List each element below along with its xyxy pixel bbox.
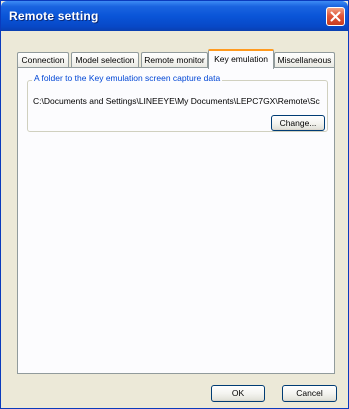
- close-icon: [330, 11, 341, 22]
- cancel-button[interactable]: Cancel: [282, 385, 337, 402]
- window-title: Remote setting: [9, 9, 99, 23]
- tab-model-selection[interactable]: Model selection: [71, 52, 139, 68]
- tab-remote-monitor[interactable]: Remote monitor: [141, 52, 208, 68]
- tab-connection[interactable]: Connection: [17, 52, 69, 68]
- folder-path-text: C:\Documents and Settings\LINEEYE\My Doc…: [33, 96, 320, 106]
- group-label: A folder to the Key emulation screen cap…: [32, 72, 223, 84]
- close-button[interactable]: [326, 7, 345, 26]
- tab-miscellaneous[interactable]: Miscellaneous: [274, 52, 335, 68]
- tab-key-emulation[interactable]: Key emulation: [208, 49, 274, 69]
- ok-button[interactable]: OK: [211, 385, 265, 402]
- change-button[interactable]: Change...: [271, 115, 325, 131]
- title-bar[interactable]: Remote setting: [1, 1, 348, 31]
